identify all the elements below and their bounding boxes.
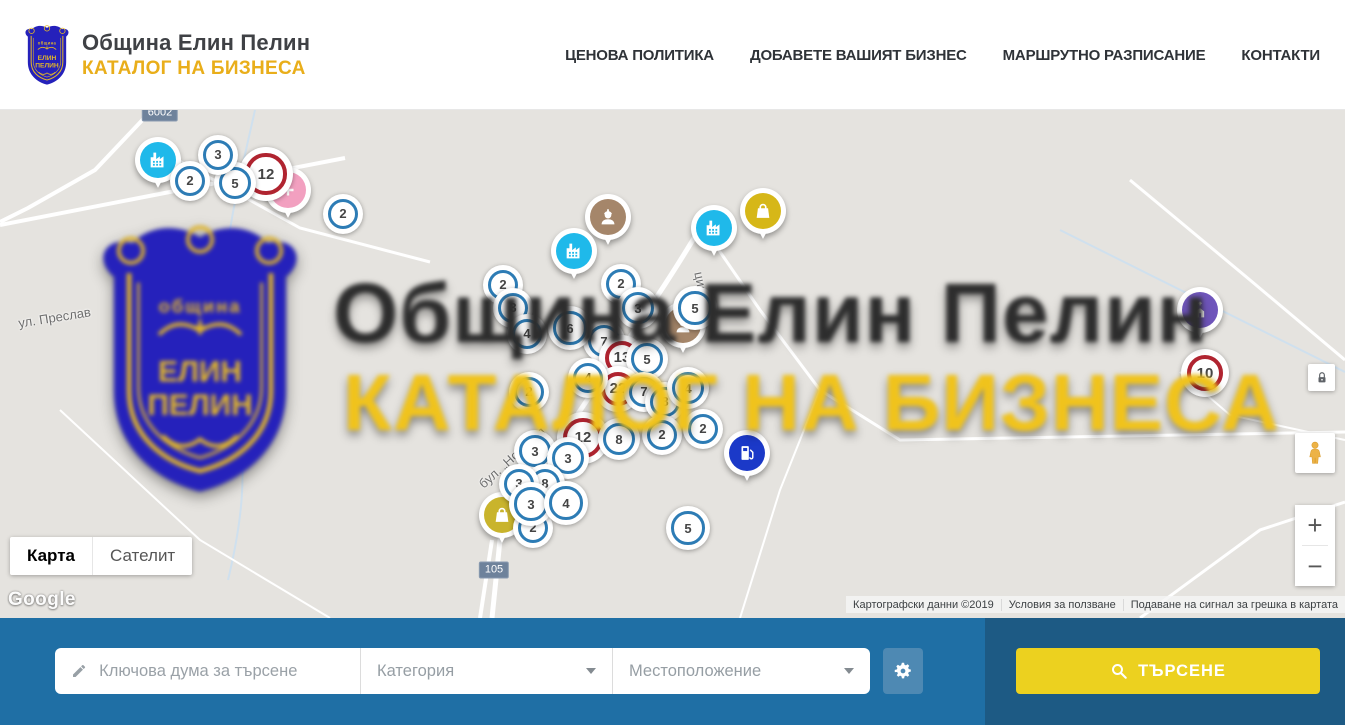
map-attribution: Картографски данни ©2019Условия за ползв… bbox=[846, 596, 1345, 613]
municipality-logo: община ЕЛИН ПЕЛИН bbox=[22, 23, 72, 87]
keyword-input[interactable] bbox=[99, 662, 344, 681]
location-select[interactable]: Местоположение bbox=[612, 648, 870, 694]
page: община ЕЛИН ПЕЛИН Община Елин Пелин КАТА… bbox=[0, 0, 1345, 725]
cluster-marker[interactable]: 4 bbox=[568, 358, 608, 398]
cluster-marker[interactable]: 4 bbox=[667, 367, 709, 409]
cluster-marker[interactable]: 5 bbox=[673, 286, 717, 330]
cluster-marker[interactable]: 6 bbox=[548, 306, 592, 350]
factory-icon bbox=[556, 233, 592, 269]
search-icon bbox=[1110, 662, 1128, 680]
lock-control[interactable] bbox=[1308, 364, 1335, 391]
map-copyright: Картографски данни ©2019 bbox=[846, 599, 1001, 611]
search-pill: Категория Местоположение bbox=[55, 648, 870, 694]
brand-text: Община Елин Пелин КАТАЛОГ НА БИЗНЕСА bbox=[82, 30, 310, 80]
cluster-marker[interactable]: 4 bbox=[544, 481, 588, 525]
svg-text:община: община bbox=[38, 40, 57, 45]
terms-link[interactable]: Условия за ползване bbox=[1001, 599, 1123, 611]
chevron-down-icon bbox=[586, 668, 596, 674]
pegman-icon bbox=[1302, 440, 1328, 466]
fuel-pin[interactable] bbox=[724, 430, 770, 476]
zoom-in-button[interactable]: + bbox=[1295, 505, 1335, 545]
svg-text:ПЕЛИН: ПЕЛИН bbox=[35, 62, 59, 69]
shopping-pin[interactable] bbox=[740, 188, 786, 234]
location-label: Местоположение bbox=[629, 662, 761, 681]
cluster-marker[interactable]: 2 bbox=[642, 415, 682, 455]
church-icon bbox=[1182, 292, 1218, 328]
cluster-marker[interactable]: 10 bbox=[1181, 349, 1229, 397]
pencil-icon bbox=[71, 662, 87, 680]
svg-text:ЕЛИН: ЕЛИН bbox=[38, 55, 57, 62]
cluster-marker[interactable]: 5 bbox=[666, 506, 710, 550]
settings-button[interactable] bbox=[883, 648, 923, 694]
church-pin[interactable] bbox=[1177, 287, 1223, 333]
report-error-link[interactable]: Подаване на сигнал за грешка в картата bbox=[1123, 599, 1345, 611]
cluster-marker[interactable]: 3 bbox=[617, 287, 659, 329]
cluster-marker[interactable]: 2 bbox=[683, 409, 723, 449]
road-label: 6002 bbox=[142, 110, 178, 122]
road-label: 105 bbox=[479, 562, 509, 579]
bag-icon bbox=[745, 193, 781, 229]
chevron-down-icon bbox=[844, 668, 854, 674]
satellite-view-button[interactable]: Сателит bbox=[92, 537, 192, 575]
map-view-button[interactable]: Карта bbox=[10, 537, 92, 575]
header: община ЕЛИН ПЕЛИН Община Елин Пелин КАТА… bbox=[0, 0, 1345, 110]
nav-item-route-schedule[interactable]: МАРШРУТНО РАЗПИСАНИЕ bbox=[1003, 47, 1206, 64]
gear-icon bbox=[892, 660, 914, 682]
search-bar: Категория Местоположение ТЪРСЕНЕ bbox=[0, 618, 1345, 725]
main-nav: ЦЕНОВА ПОЛИТИКА ДОБАВЕТЕ ВАШИЯТ БИЗНЕС МАР… bbox=[565, 0, 1320, 110]
pegman-control[interactable] bbox=[1295, 433, 1335, 473]
factory-pin[interactable] bbox=[691, 205, 737, 251]
cluster-marker[interactable]: 2 bbox=[323, 194, 363, 234]
map-type-control: Карта Сателит bbox=[10, 537, 192, 575]
category-select[interactable]: Категория bbox=[360, 648, 612, 694]
map-canvas[interactable]: 6002105 ул. Преславбул. „Новоселция 1253… bbox=[0, 110, 1345, 618]
zoom-control: + − bbox=[1295, 505, 1335, 586]
factory-pin[interactable] bbox=[551, 228, 597, 274]
cluster-marker[interactable]: 2 bbox=[170, 161, 210, 201]
fuel-icon bbox=[729, 435, 765, 471]
site-title: Община Елин Пелин bbox=[82, 30, 310, 56]
category-label: Категория bbox=[377, 662, 454, 681]
nav-item-pricing[interactable]: ЦЕНОВА ПОЛИТИКА bbox=[565, 47, 714, 64]
cluster-marker[interactable]: 4 bbox=[507, 314, 547, 354]
site-subtitle: КАТАЛОГ НА БИЗНЕСА bbox=[82, 58, 310, 80]
nav-item-contacts[interactable]: КОНТАКТИ bbox=[1241, 47, 1320, 64]
brand[interactable]: община ЕЛИН ПЕЛИН Община Елин Пелин КАТА… bbox=[22, 23, 310, 87]
lock-icon bbox=[1315, 371, 1329, 385]
cluster-marker[interactable]: 2 bbox=[509, 372, 549, 412]
search-button-label: ТЪРСЕНЕ bbox=[1138, 662, 1226, 681]
factory-icon bbox=[696, 210, 732, 246]
search-panel-right: ТЪРСЕНЕ bbox=[985, 618, 1345, 725]
cluster-marker[interactable]: 8 bbox=[598, 418, 640, 460]
search-button[interactable]: ТЪРСЕНЕ bbox=[1016, 648, 1320, 694]
google-logo[interactable]: Google bbox=[8, 589, 76, 611]
nav-item-add-business[interactable]: ДОБАВЕТЕ ВАШИЯТ БИЗНЕС bbox=[750, 47, 967, 64]
zoom-out-button[interactable]: − bbox=[1295, 546, 1335, 586]
keyword-field[interactable] bbox=[55, 648, 360, 694]
